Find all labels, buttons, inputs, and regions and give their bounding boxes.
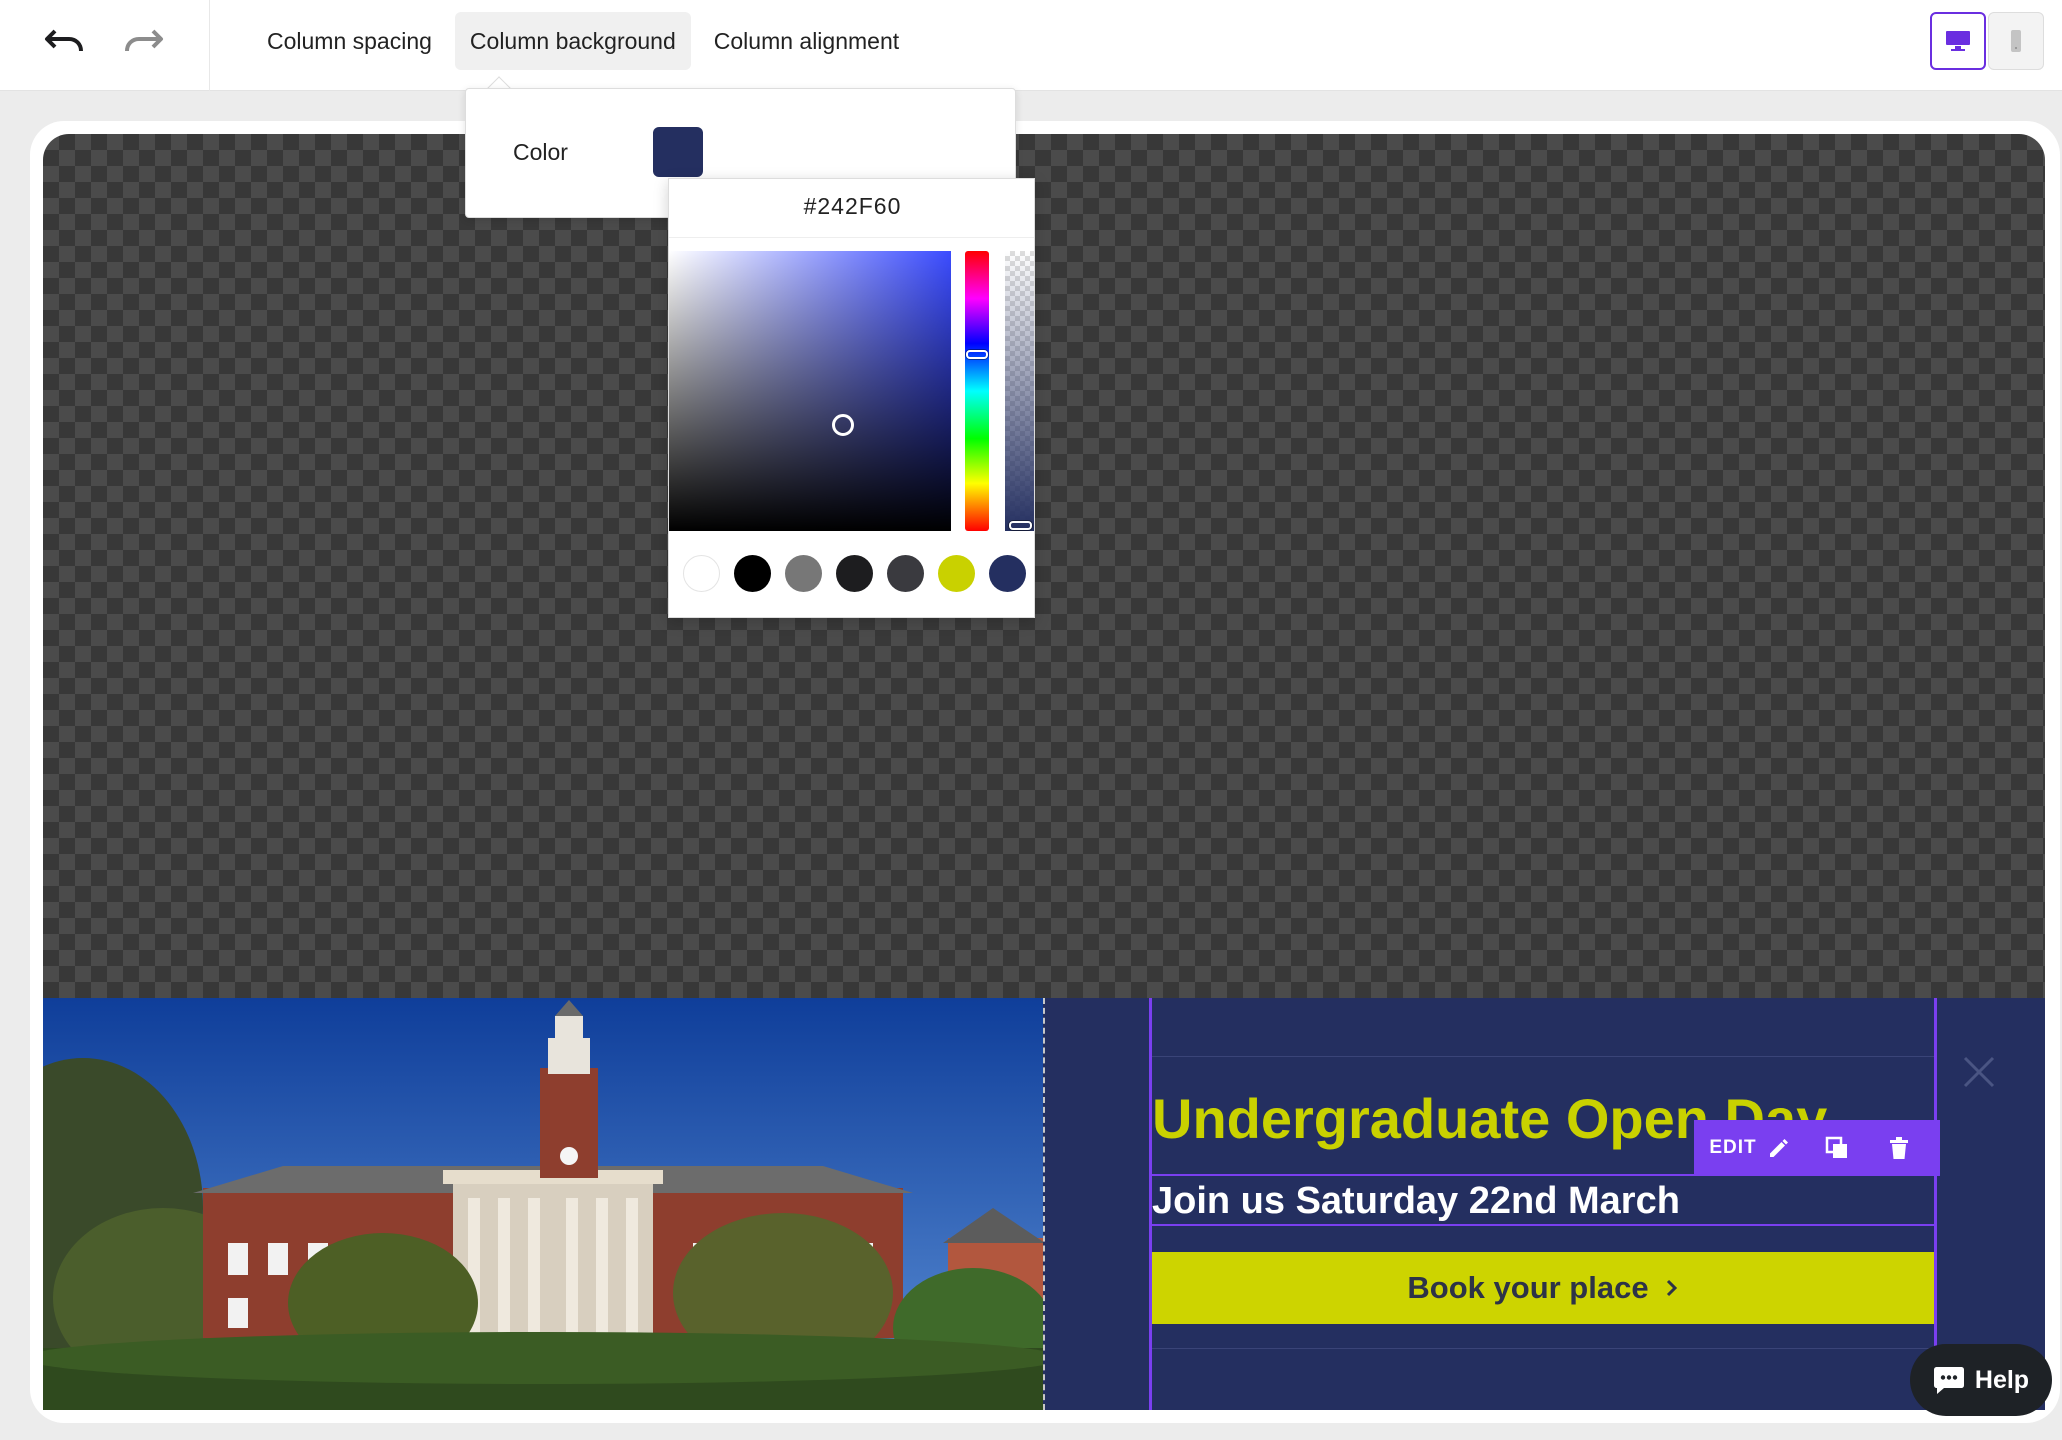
- duplicate-block-button[interactable]: [1806, 1120, 1868, 1176]
- pencil-icon: [1769, 1139, 1788, 1157]
- redo-icon: [125, 29, 163, 52]
- history-controls: [0, 0, 210, 91]
- chat-bubble-icon: [1933, 1367, 1964, 1394]
- preset-swatch[interactable]: [836, 555, 873, 592]
- opacity-handle[interactable]: [1009, 521, 1032, 530]
- undo-icon: [45, 29, 83, 52]
- tab-column-background[interactable]: Column background: [454, 12, 691, 70]
- saturation-value-area[interactable]: [669, 251, 951, 531]
- cta-label: Book your place: [1407, 1270, 1649, 1305]
- campus-building-photo[interactable]: [43, 998, 1045, 1410]
- preset-swatch[interactable]: [683, 555, 720, 592]
- hero-section[interactable]: Undergraduate Open Day Join us Saturday …: [43, 998, 2045, 1410]
- preset-swatch[interactable]: [887, 555, 924, 592]
- color-cursor[interactable]: [832, 414, 854, 436]
- hex-value[interactable]: #242F60: [669, 193, 1034, 220]
- preset-swatch[interactable]: [785, 555, 822, 592]
- tab-column-alignment[interactable]: Column alignment: [699, 12, 914, 70]
- preset-swatch[interactable]: [989, 555, 1026, 592]
- current-color-swatch[interactable]: [653, 127, 703, 177]
- hue-handle[interactable]: [966, 350, 988, 359]
- preset-swatch[interactable]: [734, 555, 771, 592]
- chevron-right-icon: [1666, 1279, 1677, 1297]
- color-label: Color: [513, 139, 568, 165]
- book-your-place-button[interactable]: Book your place: [1152, 1252, 1934, 1324]
- help-label: Help: [1974, 1365, 2030, 1394]
- opacity-slider[interactable]: [1005, 251, 1034, 531]
- transparent-background-area[interactable]: [43, 134, 2045, 998]
- delete-block-button[interactable]: [1868, 1120, 1930, 1176]
- tab-column-spacing[interactable]: Column spacing: [252, 12, 447, 70]
- desktop-icon: [1946, 31, 1970, 51]
- guide-line: [1152, 1348, 1934, 1349]
- subheading-block[interactable]: Join us Saturday 22nd March: [1152, 1174, 1934, 1226]
- trash-icon: [1890, 1137, 1908, 1159]
- color-picker: #242F60: [668, 178, 1035, 618]
- guide-line: [1152, 1056, 1934, 1057]
- undo-button[interactable]: [36, 18, 92, 64]
- edit-label: EDIT: [1709, 1137, 1757, 1158]
- desktop-view-button[interactable]: [1930, 12, 1986, 70]
- preset-swatch[interactable]: [938, 555, 975, 592]
- close-icon[interactable]: [1955, 1048, 2003, 1096]
- hero-content-column[interactable]: Undergraduate Open Day Join us Saturday …: [1149, 998, 1940, 1410]
- column-settings-tabs: Column spacing Column background Column …: [252, 12, 914, 70]
- preset-colors: [683, 555, 1026, 592]
- device-preview-toggle: [1930, 12, 2044, 70]
- hue-slider[interactable]: [965, 251, 989, 531]
- divider: [669, 237, 1034, 238]
- duplicate-icon: [1825, 1136, 1847, 1158]
- campus-building-image: [43, 998, 1043, 1410]
- editor-toolbar: Column spacing Column background Column …: [0, 0, 2062, 91]
- help-button[interactable]: Help: [1910, 1344, 2052, 1416]
- hero-subheading: Join us Saturday 22nd March: [1152, 1180, 1680, 1222]
- redo-button[interactable]: [116, 18, 172, 64]
- mobile-view-button[interactable]: [1988, 12, 2044, 70]
- mobile-icon: [2011, 30, 2021, 52]
- edit-block-button[interactable]: EDIT: [1694, 1120, 1806, 1176]
- block-edit-toolbar: EDIT: [1694, 1120, 1940, 1176]
